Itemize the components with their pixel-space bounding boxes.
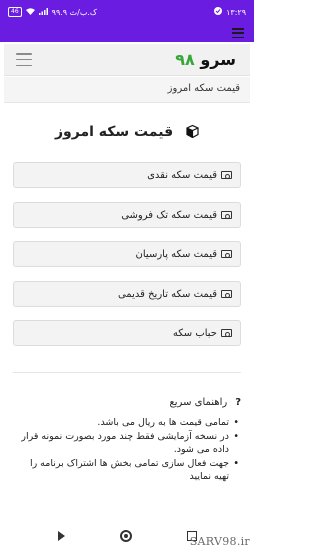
money-icon	[221, 329, 232, 337]
question-icon: ?	[235, 397, 241, 408]
money-icon	[221, 250, 232, 258]
button-label: قیمت سکه پارسیان	[135, 248, 217, 260]
money-icon	[221, 211, 232, 219]
button-label: قیمت سکه تک فروشی	[121, 209, 217, 221]
coin-single-sale-price-button[interactable]: قیمت سکه تک فروشی	[13, 202, 241, 228]
browser-toolbar	[0, 24, 254, 42]
guide-list: تمامی قیمت ها به ریال می باشد. در نسخه آ…	[13, 416, 241, 483]
logo-text: سرو	[200, 50, 236, 69]
money-icon	[221, 290, 232, 298]
button-label: قیمت سکه تاریخ قدیمی	[117, 288, 217, 300]
status-left: 46 ۹۹.۹ ک.ب/ث	[8, 7, 97, 17]
page-title: قیمت سکه امروز	[54, 124, 174, 140]
home-icon[interactable]	[119, 530, 132, 542]
money-icon	[221, 171, 232, 179]
logo-number: ۹۸	[175, 50, 195, 69]
breadcrumb: قیمت سکه امروز	[4, 77, 250, 103]
coin-parsian-price-button[interactable]: قیمت سکه پارسیان	[13, 241, 241, 267]
watermark: SARV98.ir	[189, 535, 250, 548]
site-header: سرو ۹۸	[4, 44, 250, 76]
quick-guide: ? راهنمای سریع تمامی قیمت ها به ریال می ب…	[13, 397, 241, 484]
button-label: حباب سکه	[172, 327, 217, 339]
overflow-menu-icon[interactable]	[232, 28, 244, 38]
status-time: ۱۳:۲۹	[226, 7, 246, 17]
page-title-row: قیمت سکه امروز	[0, 124, 254, 142]
battery-icon: 46	[8, 7, 22, 17]
network-speed: ۹۹.۹ ک.ب/ث	[51, 7, 98, 17]
signal-icon	[38, 7, 48, 17]
hamburger-menu-icon[interactable]	[16, 53, 32, 66]
list-item: جهت فعال سازی تمامی بخش ها اشتراک برنامه…	[13, 457, 241, 483]
list-item: در نسخه آزمایشی فقط چند مورد بصورت نمونه…	[13, 430, 241, 456]
back-icon[interactable]	[57, 531, 65, 541]
status-bar: 46 ۹۹.۹ ک.ب/ث ۱۳:۲۹	[0, 0, 254, 24]
coin-cash-price-button[interactable]: قیمت سکه نقدی	[13, 162, 241, 188]
list-item: تمامی قیمت ها به ریال می باشد.	[13, 416, 241, 429]
status-right: ۱۳:۲۹	[214, 7, 246, 17]
box-icon	[186, 124, 199, 142]
section-divider	[13, 372, 241, 373]
coin-old-date-price-button[interactable]: قیمت سکه تاریخ قدیمی	[13, 281, 241, 307]
button-label: قیمت سکه نقدی	[147, 169, 217, 181]
wifi-icon	[25, 7, 35, 17]
coin-bubble-button[interactable]: حباب سکه	[13, 320, 241, 346]
site-logo[interactable]: سرو ۹۸	[175, 50, 236, 69]
guide-title-text: راهنمای سریع	[169, 397, 228, 408]
notification-icon	[214, 7, 223, 17]
quick-guide-title: ? راهنمای سریع	[13, 397, 241, 408]
